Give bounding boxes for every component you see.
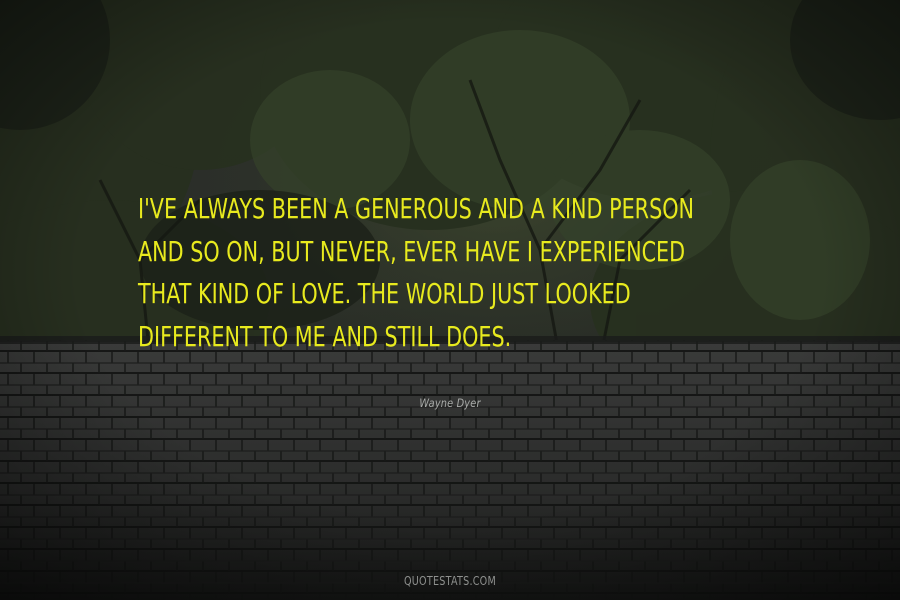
site-watermark: QUOTESTATS.COM bbox=[403, 574, 497, 588]
quote-author: Wayne Dyer bbox=[419, 396, 481, 410]
quote-line: different to me and still does. bbox=[138, 319, 512, 353]
quote-line: I've always been a generous and a kind p… bbox=[138, 192, 695, 225]
quote-text: I've always been a generous and a kind p… bbox=[138, 188, 695, 358]
quote-image: I've always been a generous and a kind p… bbox=[0, 0, 900, 600]
quote-line: that kind of love. The world just looked bbox=[138, 277, 631, 310]
quote-line: and so on, but never, ever have I experi… bbox=[138, 234, 686, 268]
